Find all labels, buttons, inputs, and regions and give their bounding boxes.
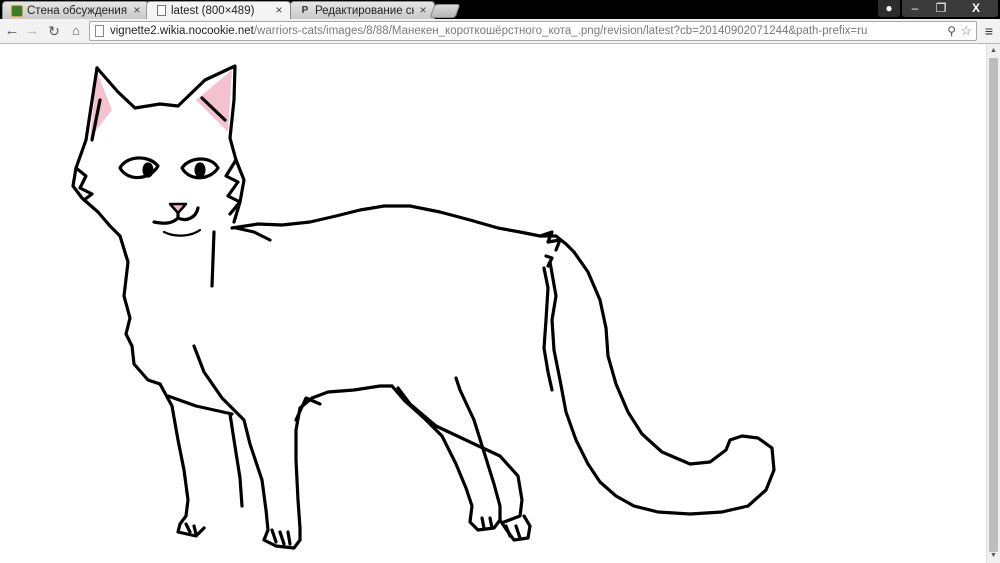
tab-strip: Стена обсуждения:С × latest (800×489) × …	[0, 0, 1000, 19]
forward-button[interactable]: →	[23, 22, 41, 40]
vertical-scrollbar[interactable]: ▲ ▼	[986, 44, 1000, 563]
menu-icon[interactable]: ≡	[981, 22, 997, 40]
tab-discussion-wall[interactable]: Стена обсуждения:С ×	[2, 1, 149, 19]
image-viewport	[0, 44, 986, 563]
reload-button[interactable]: ↻	[45, 22, 63, 40]
close-icon[interactable]: ×	[131, 3, 143, 17]
home-button[interactable]: ⌂	[67, 22, 85, 40]
zoom-icon[interactable]: ⚲	[947, 23, 956, 39]
url-path: /warriors-cats/images/8/88/Манекен_корот…	[253, 25, 868, 37]
p-favicon-icon: P	[301, 5, 309, 16]
tab-editing[interactable]: P Редактирование скр ×	[290, 1, 435, 19]
close-icon[interactable]: ×	[417, 3, 429, 17]
url-host: vignette2.wikia.nocookie.net	[110, 25, 254, 37]
new-tab-button[interactable]	[429, 4, 461, 18]
page-icon	[157, 5, 166, 16]
scroll-down-arrow-icon[interactable]: ▼	[987, 550, 1000, 562]
maximize-button[interactable]: ❐	[928, 0, 954, 17]
toolbar: ← → ↻ ⌂ vignette2.wikia.nocookie.net/war…	[0, 19, 1000, 44]
warriors-favicon-icon	[11, 5, 23, 17]
scroll-up-arrow-icon[interactable]: ▲	[987, 45, 1000, 57]
cat-lineart-image	[71, 64, 776, 550]
scroll-thumb[interactable]	[989, 58, 998, 552]
address-bar[interactable]: vignette2.wikia.nocookie.net/warriors-ca…	[89, 21, 977, 41]
tab-title: latest (800×489)	[171, 5, 255, 17]
close-icon[interactable]: ×	[273, 3, 285, 17]
tab-latest-image[interactable]: latest (800×489) ×	[146, 1, 291, 19]
tab-title: Стена обсуждения:С	[27, 5, 128, 17]
page-icon	[95, 25, 104, 37]
tab-title: Редактирование скр	[315, 5, 414, 17]
url-text[interactable]: vignette2.wikia.nocookie.net/warriors-ca…	[110, 24, 936, 39]
minimize-button[interactable]: ‒	[902, 0, 928, 17]
bookmark-star-icon[interactable]: ☆	[960, 22, 972, 39]
close-window-button[interactable]: X	[954, 0, 998, 17]
user-icon[interactable]: ●	[878, 0, 900, 17]
back-button[interactable]: ←	[3, 22, 21, 40]
